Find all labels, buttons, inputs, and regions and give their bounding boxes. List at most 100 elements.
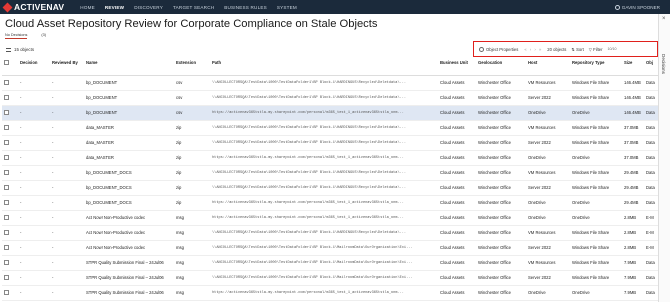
table-row[interactable]: - - bp_DOCUMENT_DOCS zip \\ANCOLLECTORSQA\Te…: [2, 165, 658, 181]
table-row[interactable]: - - data_MASTER zip \\ANCOLLECTORSQA\TestDat…: [2, 135, 658, 151]
zoom-indicator[interactable]: 10/10: [607, 47, 616, 51]
table-cell: Cloud Assets: [438, 90, 476, 106]
tab-count[interactable]: (3): [41, 33, 46, 39]
table-cell: 29.4MB: [622, 165, 644, 181]
row-select-cell[interactable]: [2, 240, 18, 256]
nav-home[interactable]: HOME: [80, 5, 95, 10]
close-icon[interactable]: ×: [662, 16, 666, 22]
column-header[interactable]: Host: [526, 58, 570, 76]
row-checkbox[interactable]: [4, 229, 9, 235]
table-row[interactable]: - - bp_DOCUMENT_DOCS zip https://activenav36…: [2, 195, 658, 211]
row-select-cell[interactable]: [2, 255, 18, 271]
column-header[interactable]: Business Unit: [438, 58, 476, 76]
row-checkbox[interactable]: [4, 244, 9, 250]
row-checkbox[interactable]: [4, 109, 9, 115]
table-cell: Cloud Assets: [438, 165, 476, 181]
table-cell: -: [50, 150, 84, 166]
table-cell: data_MASTER: [84, 150, 174, 166]
table-row[interactable]: - - STPR Quality Submission Final – 24Jul0…: [2, 285, 658, 301]
table-row[interactable]: - - bp_DOCUMENT csv \\ANCOLLECTORSQA\TestDat…: [2, 75, 658, 91]
row-checkbox[interactable]: [4, 94, 9, 100]
row-select-cell[interactable]: [2, 105, 18, 121]
row-select-cell[interactable]: [2, 75, 18, 91]
objects-table: Decision Reviewed By Name Extension Path…: [2, 58, 658, 301]
nav-review[interactable]: REVIEW: [105, 5, 124, 10]
side-panel-label[interactable]: Decisions: [661, 54, 666, 74]
row-select-cell[interactable]: [2, 120, 18, 136]
table-cell: -: [50, 195, 84, 211]
select-all-checkbox[interactable]: [4, 60, 9, 65]
list-icon: [6, 47, 11, 52]
column-header[interactable]: Repository Type: [570, 58, 622, 76]
row-checkbox[interactable]: [4, 214, 9, 220]
table-cell: Cloud Assets: [438, 105, 476, 121]
row-select-cell[interactable]: [2, 165, 18, 181]
table-row[interactable]: - - Act Now! Non-Productive codec msg https:…: [2, 210, 658, 226]
table-row[interactable]: - - STPR Quality Submission Final – 24Jul0…: [2, 270, 658, 286]
table-cell: -: [50, 285, 84, 301]
filter-button[interactable]: ▽ Filter: [589, 47, 603, 52]
table-cell: \\ANCOLLECTORSQA\TestData\1000\TestDataF…: [210, 180, 438, 196]
row-select-cell[interactable]: [2, 180, 18, 196]
row-checkbox[interactable]: [4, 154, 9, 160]
column-header[interactable]: Obj: [644, 58, 658, 76]
main-nav: HOME REVIEW DISCOVERY TARGET SEARCH BUSI…: [80, 0, 307, 14]
row-select-cell[interactable]: [2, 195, 18, 211]
table-row[interactable]: - - bp_DOCUMENT_DOCS zip \\ANCOLLECTORSQA\Te…: [2, 180, 658, 196]
row-checkbox[interactable]: [4, 274, 9, 280]
user-menu[interactable]: GAVIN SPOONER: [614, 0, 660, 14]
object-properties-button[interactable]: Object Properties: [479, 46, 518, 52]
row-checkbox[interactable]: [4, 139, 9, 145]
row-checkbox[interactable]: [4, 289, 9, 295]
nav-business-rules[interactable]: BUSINESS RULES: [224, 5, 267, 10]
logo[interactable]: ACTIVENAV: [2, 0, 64, 14]
nav-target-search[interactable]: TARGET SEARCH: [173, 5, 214, 10]
row-checkbox[interactable]: [4, 169, 9, 175]
row-checkbox[interactable]: [4, 259, 9, 265]
row-select-cell[interactable]: [2, 285, 18, 301]
table-cell: msg: [174, 285, 210, 301]
row-select-cell[interactable]: [2, 135, 18, 151]
table-row[interactable]: - - Act Now! Non-Productive codec msg \\ANCO…: [2, 240, 658, 256]
select-all-header[interactable]: [2, 58, 18, 76]
column-header[interactable]: Reviewed By: [50, 58, 84, 76]
row-select-cell[interactable]: [2, 210, 18, 226]
column-header[interactable]: Extension: [174, 58, 210, 76]
column-header[interactable]: Path: [210, 58, 438, 76]
logo-icon: [2, 2, 13, 12]
table-row[interactable]: - - STPR Quality Submission Final – 24Jul0…: [2, 255, 658, 271]
row-select-cell[interactable]: [2, 225, 18, 241]
table-cell: Cloud Assets: [438, 120, 476, 136]
table-cell: -: [18, 285, 50, 301]
nav-system[interactable]: SYSTEM: [277, 5, 297, 10]
table-cell: \\ANCOLLECTORSQA\TestData\1000\TestDataF…: [210, 120, 438, 136]
table-row[interactable]: - - bp_DOCUMENT csv \\ANCOLLECTORSQA\TestDat…: [2, 90, 658, 106]
row-checkbox[interactable]: [4, 79, 9, 85]
row-select-cell[interactable]: [2, 270, 18, 286]
table-cell: Data: [644, 135, 658, 151]
table-cell: -: [18, 120, 50, 136]
pager[interactable]: « ‹ › »: [524, 47, 542, 52]
per-page-select[interactable]: 20 objects: [547, 47, 566, 52]
row-checkbox[interactable]: [4, 124, 9, 130]
nav-discovery[interactable]: DISCOVERY: [134, 5, 163, 10]
column-header[interactable]: Size: [622, 58, 644, 76]
table-cell: OneDrive: [526, 150, 570, 166]
table-row[interactable]: - - Act Now! Non-Productive codec msg \\ANCO…: [2, 225, 658, 241]
column-header[interactable]: Name: [84, 58, 174, 76]
sort-button[interactable]: ⇅ Sort: [571, 47, 583, 52]
table-cell: Data: [644, 180, 658, 196]
decisions-side-panel[interactable]: × Decisions: [658, 14, 670, 302]
tab-no-decisions[interactable]: No Decisions: [5, 33, 28, 39]
table-row[interactable]: - - data_MASTER zip \\ANCOLLECTORSQA\TestDat…: [2, 120, 658, 136]
row-checkbox[interactable]: [4, 184, 9, 190]
column-header[interactable]: Geolocation: [476, 58, 526, 76]
row-select-cell[interactable]: [2, 90, 18, 106]
table-cell: OneDrive: [570, 285, 622, 301]
table-cell: Server 2022: [526, 90, 570, 106]
column-header[interactable]: Decision: [18, 58, 50, 76]
table-row[interactable]: - - data_MASTER zip https://activenav365tstl…: [2, 150, 658, 166]
row-select-cell[interactable]: [2, 150, 18, 166]
row-checkbox[interactable]: [4, 199, 9, 205]
table-row[interactable]: - - bp_DOCUMENT csv https://activenav365tstl…: [2, 105, 658, 121]
